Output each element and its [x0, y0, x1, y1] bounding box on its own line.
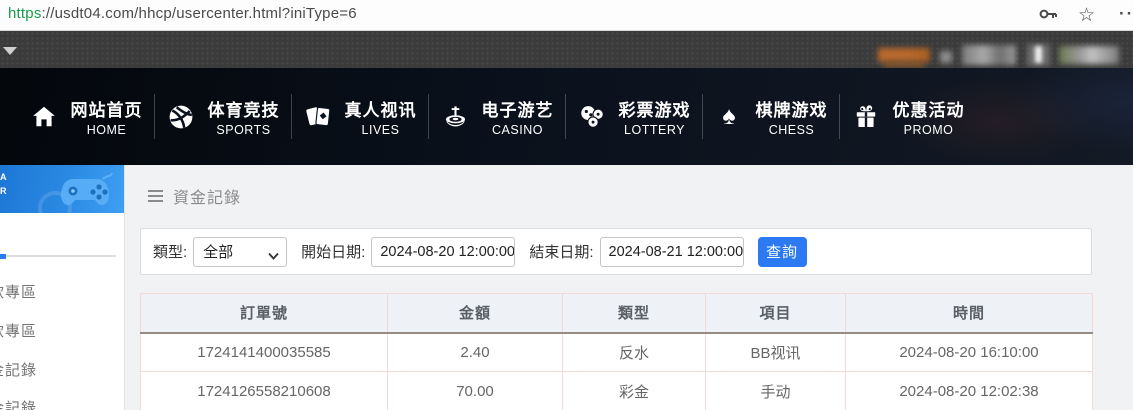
- sidebar-divider: [6, 255, 116, 257]
- sports-ball-icon: [168, 103, 195, 130]
- main-nav: 网站首页 HOME 体育竞技 SPORTS 真人视讯 LIVES 电子游艺 CASINO: [0, 68, 1133, 165]
- nav-label-en: HOME: [71, 123, 143, 137]
- nav-item-sports[interactable]: 体育竞技 SPORTS: [155, 68, 292, 165]
- col-header-time: 時間: [846, 294, 1093, 333]
- nav-label-zh: 网站首页: [71, 96, 143, 121]
- nav-label-zh: 体育竞技: [208, 96, 280, 121]
- nav-item-lives[interactable]: 真人视讯 LIVES: [292, 68, 429, 165]
- nav-item-lottery[interactable]: 彩票游戏 LOTTERY: [566, 68, 703, 165]
- nav-label-en: SPORTS: [208, 123, 280, 137]
- table-header-row: 訂單號 金額 類型 項目 時間: [141, 294, 1093, 333]
- table-row: 1724126558210608 70.00 彩金 手动 2024-08-20 …: [141, 372, 1093, 410]
- col-header-item: 項目: [706, 294, 846, 333]
- sidebar-item-deposit-zone[interactable]: 款專區: [0, 281, 125, 303]
- content-area: A R 款專區 款專區 金記錄 金記錄 資金記錄 類型: 全部: [0, 165, 1133, 410]
- sidebar: A R 款專區 款專區 金記錄 金記錄: [0, 165, 125, 410]
- menu-hamburger-icon[interactable]: [148, 190, 163, 202]
- url-scheme: https: [8, 5, 42, 22]
- cell-item: BB视讯: [706, 333, 846, 372]
- nav-label-zh: 彩票游戏: [619, 96, 691, 121]
- cell-amount: 70.00: [388, 372, 563, 410]
- col-header-type: 類型: [563, 294, 706, 333]
- chevron-down-icon: [268, 247, 279, 264]
- password-key-icon[interactable]: [1039, 7, 1058, 26]
- cell-type: 反水: [563, 333, 706, 372]
- cell-order-no: 1724141400035585: [141, 333, 388, 372]
- screenshot-root: https://usdt04.com/hhcp/usercenter.html?…: [0, 0, 1133, 410]
- nav-label-en: PROMO: [893, 123, 965, 137]
- collapse-caret-icon[interactable]: [3, 47, 17, 55]
- filter-bar: 類型: 全部 開始日期: 結束日期: 查詢: [140, 228, 1092, 275]
- end-date-label: 結束日期:: [529, 241, 593, 262]
- bookmark-star-icon[interactable]: ☆: [1078, 2, 1095, 30]
- type-label: 類型:: [153, 241, 187, 262]
- nav-label-zh: 真人视讯: [345, 96, 417, 121]
- cell-type: 彩金: [563, 372, 706, 410]
- banner-letter: A: [0, 172, 7, 182]
- blurred-balance[interactable]: [962, 45, 1016, 65]
- blurred-username[interactable]: [878, 48, 930, 62]
- lottery-balls-icon: [579, 103, 606, 130]
- browser-address-bar[interactable]: https://usdt04.com/hhcp/usercenter.html?…: [0, 0, 1133, 31]
- nav-label-en: LIVES: [345, 123, 417, 137]
- gift-icon: [853, 103, 880, 130]
- col-header-amount: 金額: [388, 294, 563, 333]
- sidebar-item-record-1[interactable]: 金記錄: [0, 359, 125, 381]
- nav-label-zh: 棋牌游戏: [756, 96, 828, 121]
- playing-cards-icon: [305, 103, 332, 130]
- roulette-icon: [442, 103, 469, 130]
- nav-label-en: CASINO: [482, 123, 554, 137]
- nav-label-en: LOTTERY: [619, 123, 691, 137]
- page-header: 資金記錄: [148, 184, 241, 208]
- banner-letter: R: [0, 186, 7, 196]
- spade-icon: ♠: [716, 103, 743, 130]
- nav-label-en: CHESS: [756, 123, 828, 137]
- search-button[interactable]: 查詢: [758, 237, 807, 267]
- account-topbar: [0, 31, 1133, 68]
- nav-item-chess[interactable]: ♠ 棋牌游戏 CHESS: [703, 68, 840, 165]
- cell-item: 手动: [706, 372, 846, 410]
- gamepad-icon: [59, 171, 121, 213]
- home-icon: [31, 103, 58, 130]
- blurred-username-sub: [884, 62, 924, 67]
- url-rest: ://usdt04.com/hhcp/usercenter.html?iniTy…: [42, 5, 357, 22]
- cell-amount: 2.40: [388, 333, 563, 372]
- start-date-input[interactable]: [371, 237, 515, 267]
- cell-order-no: 1724126558210608: [141, 372, 388, 410]
- end-date-input[interactable]: [600, 237, 744, 267]
- blurred-logout-link[interactable]: [1059, 46, 1119, 64]
- table-row: 1724141400035585 2.40 反水 BB视讯 2024-08-20…: [141, 333, 1093, 372]
- blurred-account-icon[interactable]: [940, 51, 952, 63]
- sidebar-banner[interactable]: A R: [0, 165, 125, 213]
- nav-item-home[interactable]: 网站首页 HOME: [18, 68, 155, 165]
- nav-label-zh: 电子游艺: [482, 96, 554, 121]
- sidebar-item-record-2[interactable]: 金記錄: [0, 397, 125, 410]
- type-select[interactable]: 全部: [193, 237, 287, 267]
- cell-time: 2024-08-20 12:02:38: [846, 372, 1093, 410]
- nav-item-promo[interactable]: 优惠活动 PROMO: [840, 68, 977, 165]
- start-date-label: 開始日期:: [301, 241, 365, 262]
- sidebar-item-withdraw-zone[interactable]: 款專區: [0, 320, 125, 342]
- col-header-order-no: 訂單號: [141, 294, 388, 333]
- browser-more-icon[interactable]: ····: [1119, 4, 1133, 24]
- url-text[interactable]: https://usdt04.com/hhcp/usercenter.html?…: [8, 5, 357, 22]
- blurred-account-button-glyph: [1035, 46, 1042, 63]
- fund-records-table: 訂單號 金額 類型 項目 時間 1724141400035585 2.40 反水…: [140, 293, 1093, 410]
- nav-label-zh: 优惠活动: [893, 96, 965, 121]
- page-title: 資金記錄: [173, 184, 241, 208]
- type-select-value: 全部: [203, 241, 233, 262]
- nav-item-casino[interactable]: 电子游艺 CASINO: [429, 68, 566, 165]
- cell-time: 2024-08-20 16:10:00: [846, 333, 1093, 372]
